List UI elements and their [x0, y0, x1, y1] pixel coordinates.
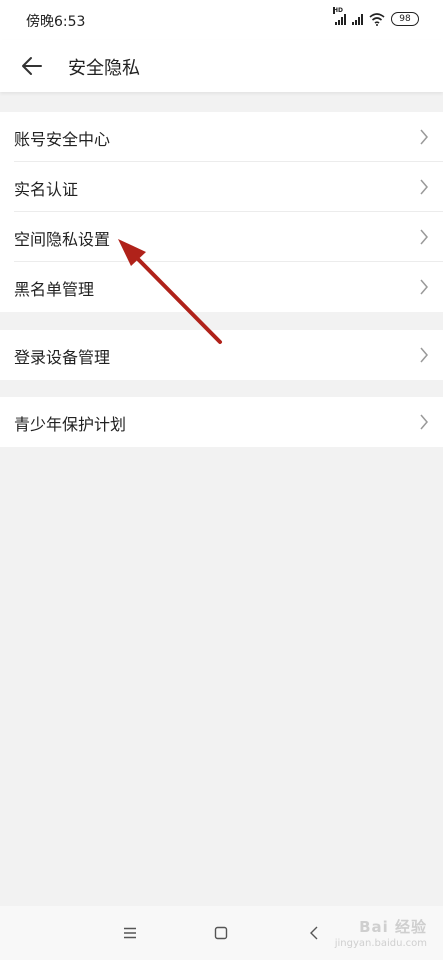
settings-group-devices: 登录设备管理 [0, 330, 443, 380]
menu-item-login-device-management[interactable]: 登录设备管理 [0, 330, 443, 380]
wifi-icon [369, 12, 385, 26]
menu-item-label: 登录设备管理 [14, 348, 111, 367]
settings-group-youth: 青少年保护计划 [0, 397, 443, 447]
chevron-right-icon [420, 129, 428, 145]
menu-item-youth-protection-plan[interactable]: 青少年保护计划 [0, 397, 443, 447]
menu-item-label: 实名认证 [14, 180, 79, 199]
page-title: 安全隐私 [68, 58, 140, 79]
chevron-right-icon [420, 414, 428, 430]
chevron-right-icon [420, 179, 428, 195]
signal-icon [352, 13, 363, 25]
chevron-right-icon [420, 279, 428, 295]
menu-item-blacklist-management[interactable]: 黑名单管理 [0, 262, 443, 312]
square-icon [214, 926, 228, 940]
settings-group-account: 账号安全中心 实名认证 空间隐私设置 黑名单管理 [0, 112, 443, 312]
menu-item-account-security-center[interactable]: 账号安全中心 [0, 112, 443, 162]
chevron-right-icon [420, 229, 428, 245]
battery-icon: 98 [391, 12, 419, 26]
menu-item-label: 账号安全中心 [14, 130, 111, 149]
system-nav-bar [0, 906, 443, 960]
back-button[interactable] [18, 52, 46, 80]
menu-button[interactable] [119, 922, 141, 944]
signal-hd-icon: HD [333, 7, 346, 25]
home-button[interactable] [210, 922, 232, 944]
chevron-left-icon [310, 926, 318, 940]
menu-item-label: 空间隐私设置 [14, 230, 111, 249]
menu-item-label: 青少年保护计划 [14, 415, 127, 434]
status-time: 傍晚6:53 [26, 14, 86, 30]
chevron-right-icon [420, 347, 428, 363]
menu-item-real-name-verification[interactable]: 实名认证 [0, 162, 443, 212]
app-bar: 安全隐私 [0, 40, 443, 92]
back-arrow-icon [22, 57, 42, 75]
status-bar: 傍晚6:53 HD 98 [0, 0, 443, 40]
back-nav-button[interactable] [303, 922, 325, 944]
status-icons: HD 98 [333, 7, 419, 27]
menu-item-space-privacy-settings[interactable]: 空间隐私设置 [0, 212, 443, 262]
menu-lines-icon [124, 927, 136, 939]
hd-label: HD [333, 7, 344, 14]
menu-item-label: 黑名单管理 [14, 280, 95, 299]
